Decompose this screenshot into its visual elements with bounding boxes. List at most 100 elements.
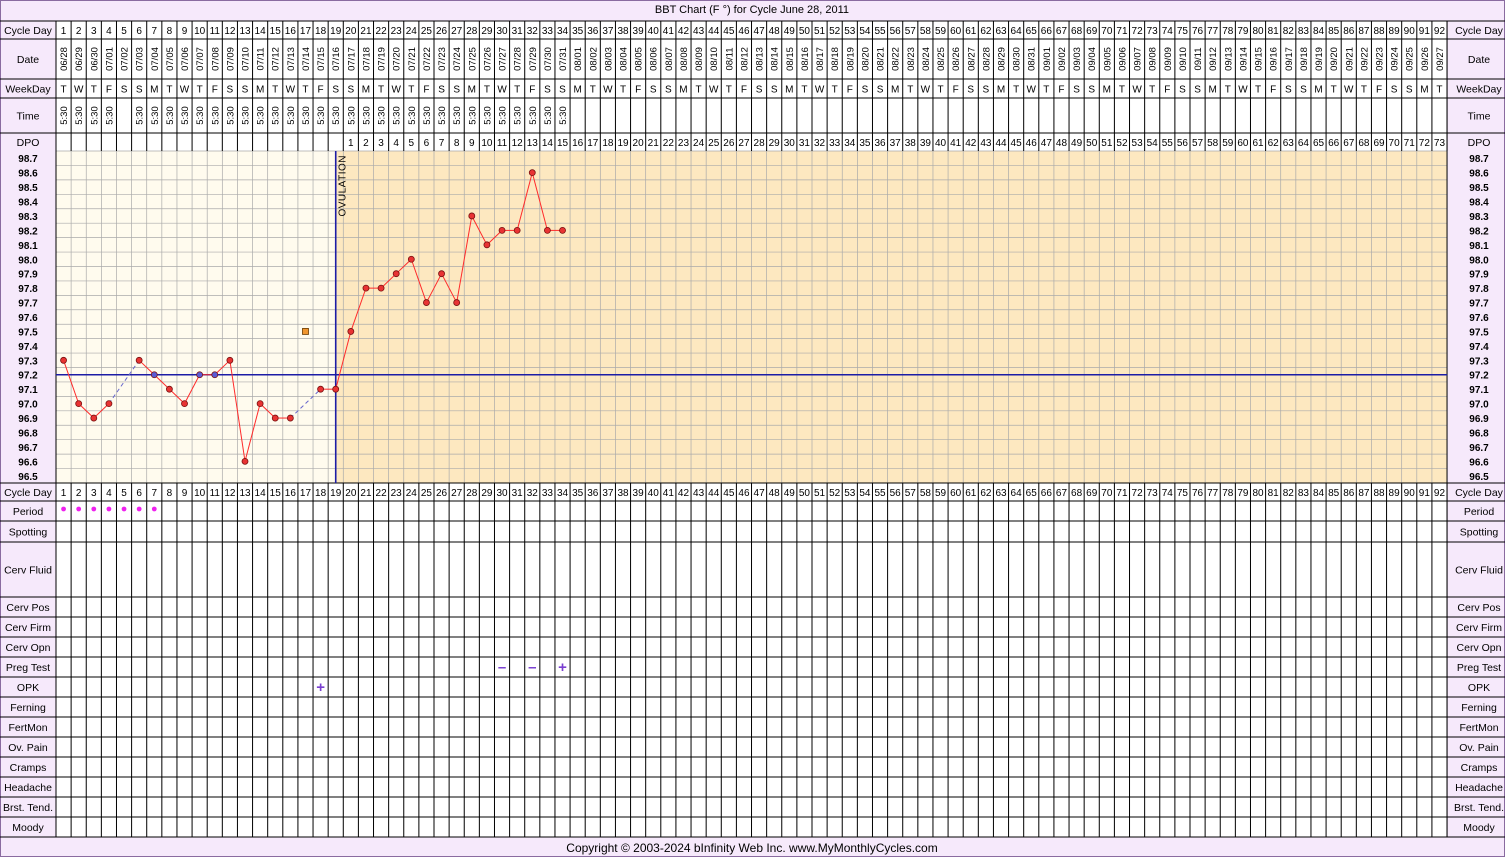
dpo-cell: 10 [481,138,493,149]
cycle-day-cell-bottom: 71 [1116,488,1128,499]
cycle-day-cell: 70 [1101,26,1113,37]
date-cell: 08/29 [997,47,1008,71]
weekday-cell: S [967,85,974,96]
dpo-cell: 14 [542,138,554,149]
weekday-cell: W [921,85,931,96]
cycle-day-cell: 60 [950,26,962,37]
cycle-day-cell: 25 [421,26,433,37]
date-cell: 07/01 [104,47,115,71]
cycle-day-cell-bottom: 89 [1389,488,1401,499]
dpo-cell: 6 [424,138,430,149]
temp-point [75,400,83,408]
cycle-day-cell-bottom: 66 [1041,488,1053,499]
weekday-cell: S [559,85,566,96]
y-tick-label-right: 97.7 [1469,299,1489,310]
cycle-day-cell: 64 [1011,26,1023,37]
dpo-cell: 55 [1162,138,1174,149]
weekday-cell: M [468,85,476,96]
cycle-day-cell: 58 [920,26,932,37]
pre-ovulation-fill [56,151,336,483]
date-cell: 07/30 [543,47,554,71]
y-tick-label-right: 97.9 [1469,270,1489,281]
y-tick-label: 98.1 [18,241,38,252]
date-cell: 09/25 [1405,47,1416,71]
dpo-cell: 3 [378,138,384,149]
weekday-cell: F [529,85,535,96]
dpo-cell: 72 [1419,138,1431,149]
weekday-cell: W [1238,85,1248,96]
date-cell: 07/08 [210,47,221,71]
temp-point [438,270,445,278]
temp-point [453,299,461,306]
weekday-cell: S [1391,85,1398,96]
dpo-cell: 33 [829,138,841,149]
date-cell: 08/05 [634,47,645,71]
dpo-cell: 32 [814,138,826,149]
cycle-day-cell-bottom: 47 [754,488,766,499]
preg-test-mark: + [558,659,567,676]
weekday-cell: T [937,85,943,96]
temp-point [377,284,385,292]
weekday-cell: T [1119,85,1125,96]
cycle-day-cell: 69 [1086,26,1098,37]
date-cell: 09/04 [1087,47,1098,71]
weekday-cell: T [1149,85,1155,96]
temp-point [559,226,566,234]
date-cell: 07/05 [165,47,176,71]
y-tick-label-right: 98.3 [1469,212,1489,223]
weekday-cell: T [1013,85,1019,96]
dpo-cell: 62 [1268,138,1280,149]
cycle-day-cell-bottom: 52 [829,488,841,499]
weekday-cell: W [74,85,84,96]
y-tick-label: 97.2 [18,371,38,382]
temp-point [392,270,400,278]
cycle-day-cell-bottom: 56 [890,488,902,499]
y-tick-label: 97.5 [18,327,38,338]
date-cell: 08/16 [800,47,811,71]
time-cell: 5:30 [452,106,463,125]
cycle-day-cell: 28 [466,26,478,37]
date-cell: 09/06 [1117,47,1128,71]
dpo-cell: 36 [874,138,886,149]
row-label-fertmon: FertMon [8,722,47,734]
weekday-cell: S [1179,85,1186,96]
cycle-day-cell-bottom: 31 [512,488,524,499]
date-cell: 09/05 [1102,47,1113,71]
dpo-cell: 21 [648,138,660,149]
cycle-day-cell: 87 [1358,26,1370,37]
time-cell: 5:30 [392,106,403,125]
date-cell: 09/10 [1178,47,1189,71]
dpo-cell: 7 [439,138,445,149]
cycle-day-cell-bottom: 82 [1283,488,1295,499]
cycle-day-cell: 20 [345,26,357,37]
row-label-right-ov_pain: Ov. Pain [1459,742,1499,754]
cycle-day-cell-bottom: 6 [136,488,142,499]
cycle-day-cell-bottom: 39 [633,488,645,499]
weekday-cell: F [741,85,747,96]
weekday-cell: M [679,85,687,96]
date-cell: 08/19 [845,47,856,71]
date-cell: 09/21 [1344,47,1355,71]
cycle-day-cell-bottom: 36 [587,488,599,499]
cycle-day-cell-bottom: 13 [239,488,251,499]
cycle-day-cell: 90 [1404,26,1416,37]
date-cell: 08/20 [860,47,871,71]
row-label-cerv_opn: Cerv Opn [6,642,51,654]
cycle-day-cell-bottom: 70 [1101,488,1113,499]
row-label-right-cycle_day: Cycle Day [1455,25,1504,37]
weekday-cell: T [1225,85,1231,96]
date-cell: 07/19 [377,47,388,71]
cycle-day-cell: 17 [300,26,312,37]
cycle-day-cell: 6 [136,26,142,37]
cycle-day-cell: 37 [602,26,614,37]
cycle-day-cell: 73 [1147,26,1159,37]
dpo-cell: 15 [557,138,569,149]
row-label-time: Time [17,111,40,123]
cycle-day-cell: 48 [769,26,781,37]
cycle-day-cell-bottom: 87 [1358,488,1370,499]
dpo-cell: 12 [512,138,524,149]
date-cell: 08/07 [664,47,675,71]
weekday-cell: S [453,85,460,96]
temp-point [271,414,279,422]
cycle-day-cell: 33 [542,26,554,37]
